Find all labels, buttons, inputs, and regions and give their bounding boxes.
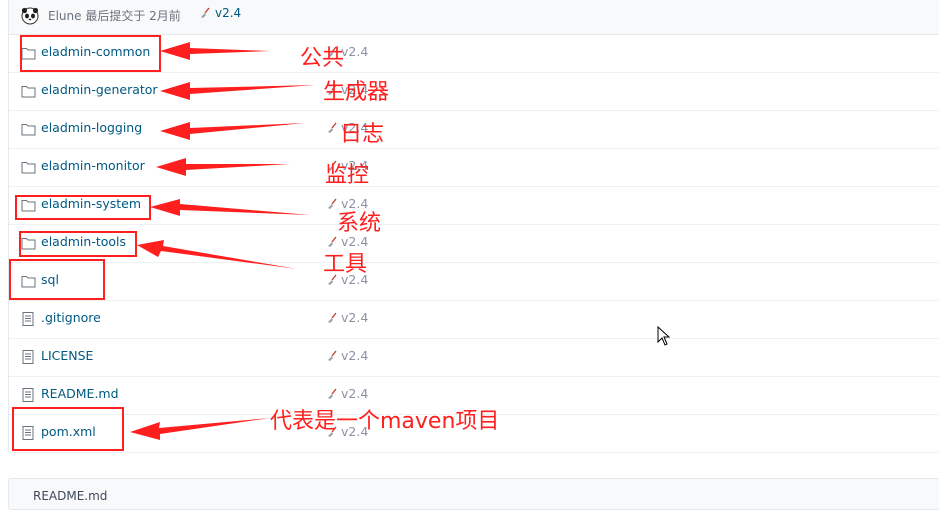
file-name-link[interactable]: eladmin-system — [41, 196, 141, 211]
file-row[interactable]: eladmin-common v2.4 — [9, 34, 939, 73]
file-icon — [21, 311, 36, 326]
file-row[interactable]: sql v2.4 — [9, 262, 939, 301]
annotation-generator: 生成器 — [323, 80, 390, 105]
file-name-link[interactable]: .gitignore — [41, 310, 101, 325]
commit-tag[interactable]: v2.4 — [199, 6, 241, 20]
folder-icon — [21, 197, 36, 212]
file-name-link[interactable]: LICENSE — [41, 348, 93, 363]
commit-info: Elune 最后提交于 2月前 — [48, 7, 181, 24]
broom-icon — [328, 350, 337, 361]
commit-message-link[interactable]: v2.4 — [326, 310, 368, 325]
readme-header: README.md — [8, 478, 939, 510]
commit-author[interactable]: Elune — [48, 9, 82, 23]
latest-commit-bar: Elune 最后提交于 2月前 v2.4 — [9, 0, 939, 35]
file-name-link[interactable]: sql — [41, 272, 59, 287]
annotation-pom: 代表是一个maven项目 — [270, 409, 500, 434]
file-name-link[interactable]: pom.xml — [41, 424, 96, 439]
commit-message-text: v2.4 — [341, 386, 369, 401]
file-row[interactable]: eladmin-system v2.4 — [9, 186, 939, 225]
annotation-monitor: 监控 — [325, 163, 370, 188]
folder-icon — [21, 45, 36, 60]
file-row[interactable]: eladmin-monitor v2.4 — [9, 148, 939, 187]
broom-icon — [328, 312, 337, 323]
folder-icon — [21, 121, 36, 136]
broom-icon — [328, 388, 337, 399]
commit-time: 最后提交于 2月前 — [85, 9, 181, 23]
broom-icon — [328, 122, 337, 133]
folder-icon — [21, 83, 36, 98]
commit-message-link[interactable]: v2.4 — [326, 348, 368, 363]
annotation-common: 公共 — [300, 46, 345, 71]
commit-message-text: v2.4 — [341, 348, 369, 363]
commit-message-link[interactable]: v2.4 — [326, 386, 368, 401]
file-name-link[interactable]: eladmin-generator — [41, 82, 158, 97]
file-icon — [21, 349, 36, 364]
broom-icon — [201, 7, 210, 18]
panda-avatar-icon[interactable] — [21, 7, 39, 25]
file-name-link[interactable]: eladmin-tools — [41, 234, 126, 249]
readme-title: README.md — [33, 489, 108, 503]
file-row[interactable]: .gitignore v2.4 — [9, 300, 939, 339]
annotation-system: 系统 — [337, 211, 382, 236]
file-name-link[interactable]: eladmin-common — [41, 44, 150, 59]
file-row[interactable]: eladmin-logging v2.4 — [9, 110, 939, 149]
file-icon — [21, 387, 36, 402]
folder-icon — [21, 159, 36, 174]
file-name-link[interactable]: eladmin-logging — [41, 120, 142, 135]
file-name-link[interactable]: README.md — [41, 386, 119, 401]
file-icon — [21, 425, 36, 440]
commit-message-text: v2.4 — [341, 44, 369, 59]
folder-icon — [21, 235, 36, 250]
file-row[interactable]: eladmin-tools v2.4 — [9, 224, 939, 263]
file-row[interactable]: eladmin-generator v2.4 — [9, 72, 939, 111]
mouse-cursor-icon — [657, 326, 671, 346]
commit-message-text: v2.4 — [341, 310, 369, 325]
annotation-logging: 日志 — [340, 122, 385, 147]
file-row[interactable]: LICENSE v2.4 — [9, 338, 939, 377]
annotation-tools: 工具 — [323, 252, 368, 277]
commit-tag-label: v2.4 — [215, 6, 242, 20]
file-list-panel: Elune 最后提交于 2月前 v2.4 eladmin-common v2.4 e… — [8, 0, 939, 453]
folder-icon — [21, 273, 36, 288]
file-name-link[interactable]: eladmin-monitor — [41, 158, 145, 173]
